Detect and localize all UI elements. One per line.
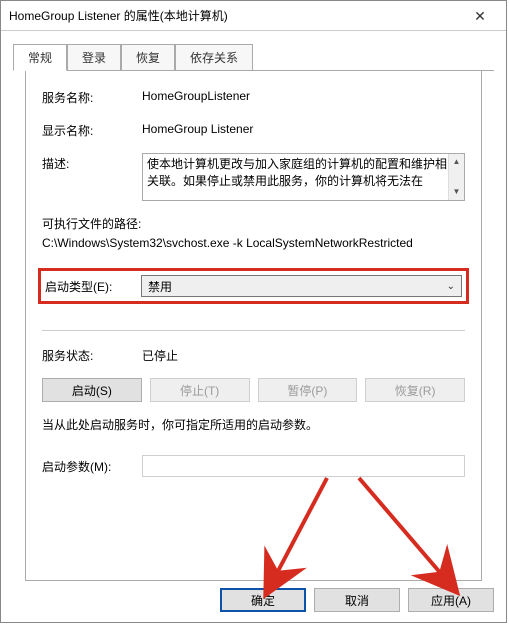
tab-logon[interactable]: 登录 — [67, 44, 121, 71]
startup-type-row: 启动类型(E): 禁用 ⌄ — [38, 268, 469, 304]
close-button[interactable]: ✕ — [458, 2, 502, 30]
pause-button: 暂停(P) — [258, 378, 358, 402]
scroll-up-icon[interactable]: ▲ — [453, 154, 461, 170]
row-start-params: 启动参数(M): — [42, 455, 465, 477]
display-name-value: HomeGroup Listener — [142, 120, 465, 136]
startup-type-label: 启动类型(E): — [45, 278, 141, 295]
start-params-note: 当从此处启动服务时，你可指定所适用的启动参数。 — [42, 416, 465, 433]
row-service-name: 服务名称: HomeGroupListener — [42, 87, 465, 106]
exe-path-label: 可执行文件的路径: — [42, 215, 465, 234]
window-title: HomeGroup Listener 的属性(本地计算机) — [9, 7, 228, 24]
dialog-button-row: 确定 取消 应用(A) — [220, 588, 494, 612]
service-name-label: 服务名称: — [42, 87, 142, 106]
startup-type-value: 禁用 — [148, 278, 172, 295]
scroll-down-icon[interactable]: ▼ — [453, 184, 461, 200]
start-params-input — [142, 455, 465, 477]
description-textbox[interactable]: 使本地计算机更改与加入家庭组的计算机的配置和维护相关联。如果停止或禁用此服务，你… — [142, 153, 465, 201]
ok-button[interactable]: 确定 — [220, 588, 306, 612]
row-description: 描述: 使本地计算机更改与加入家庭组的计算机的配置和维护相关联。如果停止或禁用此… — [42, 153, 465, 201]
startup-type-select[interactable]: 禁用 ⌄ — [141, 275, 462, 297]
description-scrollbar[interactable]: ▲ ▼ — [448, 154, 464, 200]
tab-panel-general: 服务名称: HomeGroupListener 显示名称: HomeGroup … — [25, 71, 482, 581]
properties-dialog: HomeGroup Listener 的属性(本地计算机) ✕ 常规 登录 恢复… — [0, 0, 507, 623]
divider — [42, 330, 465, 331]
description-text: 使本地计算机更改与加入家庭组的计算机的配置和维护相关联。如果停止或禁用此服务，你… — [147, 157, 447, 188]
tab-general[interactable]: 常规 — [13, 44, 67, 71]
stop-button: 停止(T) — [150, 378, 250, 402]
tabbar: 常规 登录 恢复 依存关系 — [13, 43, 494, 71]
close-icon: ✕ — [474, 9, 486, 23]
row-service-status: 服务状态: 已停止 — [42, 345, 465, 364]
tab-dependencies[interactable]: 依存关系 — [175, 44, 253, 71]
tabbar-wrap: 常规 登录 恢复 依存关系 服务名称: HomeGroupListener 显示… — [1, 31, 506, 581]
exe-path-block: 可执行文件的路径: C:\Windows\System32\svchost.ex… — [42, 215, 465, 252]
tab-recovery[interactable]: 恢复 — [121, 44, 175, 71]
start-button[interactable]: 启动(S) — [42, 378, 142, 402]
row-display-name: 显示名称: HomeGroup Listener — [42, 120, 465, 139]
service-control-buttons: 启动(S) 停止(T) 暂停(P) 恢复(R) — [42, 378, 465, 402]
display-name-label: 显示名称: — [42, 120, 142, 139]
apply-button[interactable]: 应用(A) — [408, 588, 494, 612]
exe-path-value: C:\Windows\System32\svchost.exe -k Local… — [42, 234, 465, 253]
chevron-down-icon: ⌄ — [447, 281, 455, 292]
resume-button: 恢复(R) — [365, 378, 465, 402]
service-name-value: HomeGroupListener — [142, 87, 465, 103]
cancel-button[interactable]: 取消 — [314, 588, 400, 612]
description-label: 描述: — [42, 153, 142, 172]
titlebar: HomeGroup Listener 的属性(本地计算机) ✕ — [1, 1, 506, 31]
service-status-value: 已停止 — [142, 345, 465, 364]
service-status-label: 服务状态: — [42, 345, 142, 364]
start-params-label: 启动参数(M): — [42, 458, 142, 475]
